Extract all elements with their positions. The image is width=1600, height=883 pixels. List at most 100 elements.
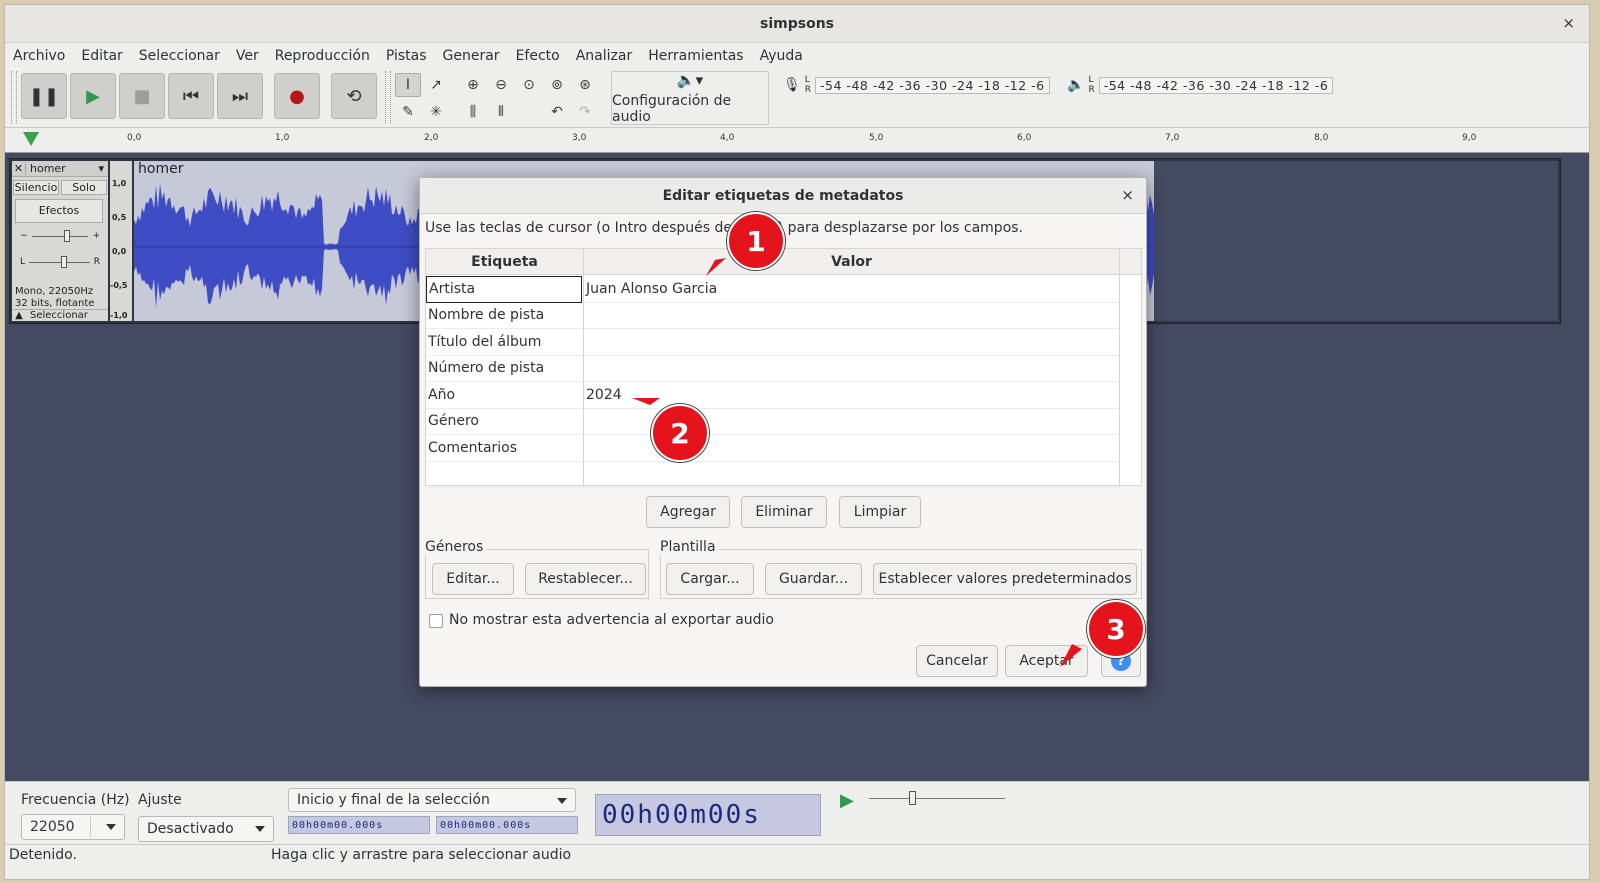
audio-setup-button[interactable]: 🔈▾ Configuración de audio — [611, 71, 769, 125]
menu-pistas[interactable]: Pistas — [386, 48, 427, 64]
genres-reset-button[interactable]: Restablecer... — [525, 563, 646, 595]
menu-generar[interactable]: Generar — [443, 48, 500, 64]
pause-button[interactable]: ❚❚ — [21, 73, 67, 119]
play-button[interactable]: ▶ — [70, 73, 116, 119]
skip-start-icon: ⏮ — [182, 85, 200, 107]
skip-start-button[interactable]: ⏮ — [168, 73, 214, 119]
redo-icon[interactable]: ↷ — [572, 100, 598, 124]
col-tag-header[interactable]: Etiqueta — [426, 249, 583, 275]
value-cell-empty[interactable] — [584, 462, 1119, 488]
snap-select[interactable]: Desactivado — [138, 816, 274, 842]
zoom-toggle-icon[interactable]: ⊛ — [572, 73, 598, 97]
template-save-button[interactable]: Guardar... — [765, 563, 862, 595]
value-cell-titulo-album[interactable] — [584, 329, 1119, 356]
add-button[interactable]: Agregar — [646, 496, 730, 528]
column-divider — [1119, 249, 1120, 487]
selection-mode-select[interactable]: Inicio y final de la selección — [288, 788, 576, 812]
play-meter-lr: LR — [1088, 75, 1095, 95]
status-hint: Haga clic y arrastre para seleccionar au… — [271, 847, 572, 863]
play-meter-scale[interactable]: -54 -48 -42 -36 -30 -24 -18 -12 -6 — [1098, 76, 1334, 94]
tag-cell-artista[interactable]: Artista — [426, 276, 582, 303]
close-window-icon[interactable]: × — [1562, 14, 1575, 32]
record-meter[interactable]: 🎙 LR -54 -48 -42 -36 -30 -24 -18 -12 -6 — [783, 72, 1050, 98]
col-spacer — [1119, 249, 1141, 275]
loop-button[interactable]: ⟲ — [331, 73, 377, 119]
value-cell-nombre-pista[interactable] — [584, 303, 1119, 329]
value-cell-artista[interactable]: Juan Alonso Garcia — [584, 276, 1119, 303]
speaker-dropdown-icon: 🔈▾ — [676, 71, 704, 89]
remove-button[interactable]: Eliminar — [741, 496, 827, 528]
track-menu-chevron-icon[interactable]: ▾ — [98, 162, 108, 175]
play-meter[interactable]: 🔈 LR -54 -48 -42 -36 -30 -24 -18 -12 -6 — [1067, 72, 1334, 98]
undo-icon[interactable]: ↶ — [544, 100, 570, 124]
menu-analizar[interactable]: Analizar — [576, 48, 633, 64]
value-cell-numero-pista[interactable] — [584, 356, 1119, 382]
tag-cell-ano[interactable]: Año — [426, 382, 583, 409]
record-meter-scale[interactable]: -54 -48 -42 -36 -30 -24 -18 -12 -6 — [815, 76, 1050, 94]
menu-seleccionar[interactable]: Seleccionar — [139, 48, 220, 64]
envelope-tool-icon[interactable]: ↗ — [423, 73, 449, 97]
collapse-icon[interactable]: ▲ — [12, 310, 26, 321]
effects-button[interactable]: Efectos — [15, 199, 103, 223]
zoom-in-icon[interactable]: ⊕ — [460, 73, 486, 97]
zoom-out-icon[interactable]: ⊖ — [488, 73, 514, 97]
timeline-ruler[interactable]: 0,0 1,0 2,0 3,0 4,0 5,0 6,0 7,0 8,0 9,0 — [5, 127, 1589, 153]
tag-cell-empty[interactable] — [426, 462, 583, 488]
skip-end-button[interactable]: ⏭ — [217, 73, 263, 119]
tag-cell-genero[interactable]: Género — [426, 409, 583, 435]
select-track-button[interactable]: Seleccionar — [26, 310, 88, 321]
track-control-panel: ✕ homer ▾ Silencio Solo Efectos − + L R … — [12, 161, 108, 321]
dialog-close-icon[interactable]: × — [1121, 186, 1134, 204]
dont-show-checkbox[interactable] — [429, 614, 443, 628]
selection-start-time[interactable]: 00h00m00.000s — [288, 816, 430, 834]
chevron-down-icon — [106, 824, 116, 830]
pan-slider[interactable]: L R — [12, 253, 108, 271]
ruler-tick: 3,0 — [572, 133, 587, 143]
menu-efecto[interactable]: Efecto — [516, 48, 560, 64]
menu-editar[interactable]: Editar — [81, 48, 122, 64]
ruler-tick: 2,0 — [424, 133, 439, 143]
toolbar-grip[interactable] — [11, 71, 17, 123]
menu-herramientas[interactable]: Herramientas — [648, 48, 743, 64]
col-value-header[interactable]: Valor — [583, 249, 1119, 275]
gain-slider[interactable]: − + — [12, 227, 108, 245]
dont-show-label[interactable]: No mostrar esta advertencia al exportar … — [449, 612, 774, 628]
silence-icon[interactable]: ⫴ — [488, 100, 514, 124]
time-display[interactable]: 00h00m00s — [595, 794, 821, 836]
tag-cell-titulo-album[interactable]: Título del álbum — [426, 329, 583, 356]
play-head-icon[interactable] — [23, 132, 39, 146]
record-meter-lr: LR — [804, 75, 812, 95]
multi-tool-icon[interactable]: ✳ — [423, 100, 449, 124]
clear-button[interactable]: Limpiar — [839, 496, 921, 528]
tag-cell-nombre-pista[interactable]: Nombre de pista — [426, 303, 583, 329]
menu-ayuda[interactable]: Ayuda — [760, 48, 803, 64]
genres-edit-button[interactable]: Editar... — [432, 563, 514, 595]
draw-tool-icon[interactable]: ✎ — [395, 100, 421, 124]
trim-icon[interactable]: ⫼ — [460, 100, 486, 124]
tag-cell-comentarios[interactable]: Comentarios — [426, 435, 583, 462]
tag-cell-numero-pista[interactable]: Número de pista — [426, 356, 583, 382]
dialog-title-bar: Editar etiquetas de metadatos × — [420, 178, 1146, 214]
menu-archivo[interactable]: Archivo — [13, 48, 65, 64]
speed-slider[interactable] — [869, 791, 1005, 805]
cancel-button[interactable]: Cancelar — [916, 645, 998, 677]
stop-button[interactable]: ■ — [119, 73, 165, 119]
ok-button[interactable]: Aceptar — [1005, 645, 1088, 677]
solo-button[interactable]: Solo — [61, 179, 107, 195]
rate-select[interactable]: 22050 — [21, 814, 125, 840]
play-at-speed-icon[interactable]: ▶ — [840, 790, 854, 811]
mute-button[interactable]: Silencio — [13, 179, 59, 195]
fit-selection-icon[interactable]: ⊙ — [516, 73, 542, 97]
menu-ver[interactable]: Ver — [236, 48, 259, 64]
menu-reproduccion[interactable]: Reproducción — [275, 48, 370, 64]
selection-tool-icon[interactable]: I — [395, 73, 421, 97]
template-defaults-button[interactable]: Establecer valores predeterminados — [873, 563, 1137, 595]
record-button[interactable]: ● — [274, 73, 320, 119]
value-cell-ano[interactable]: 2024 — [584, 382, 1119, 409]
track-close-icon[interactable]: ✕ — [12, 162, 26, 175]
track-name[interactable]: homer — [26, 162, 98, 175]
fit-project-icon[interactable]: ⊚ — [544, 73, 570, 97]
selection-end-time[interactable]: 00h00m00.000s — [436, 816, 578, 834]
toolbar-grip-2[interactable] — [385, 71, 391, 123]
template-load-button[interactable]: Cargar... — [666, 563, 754, 595]
